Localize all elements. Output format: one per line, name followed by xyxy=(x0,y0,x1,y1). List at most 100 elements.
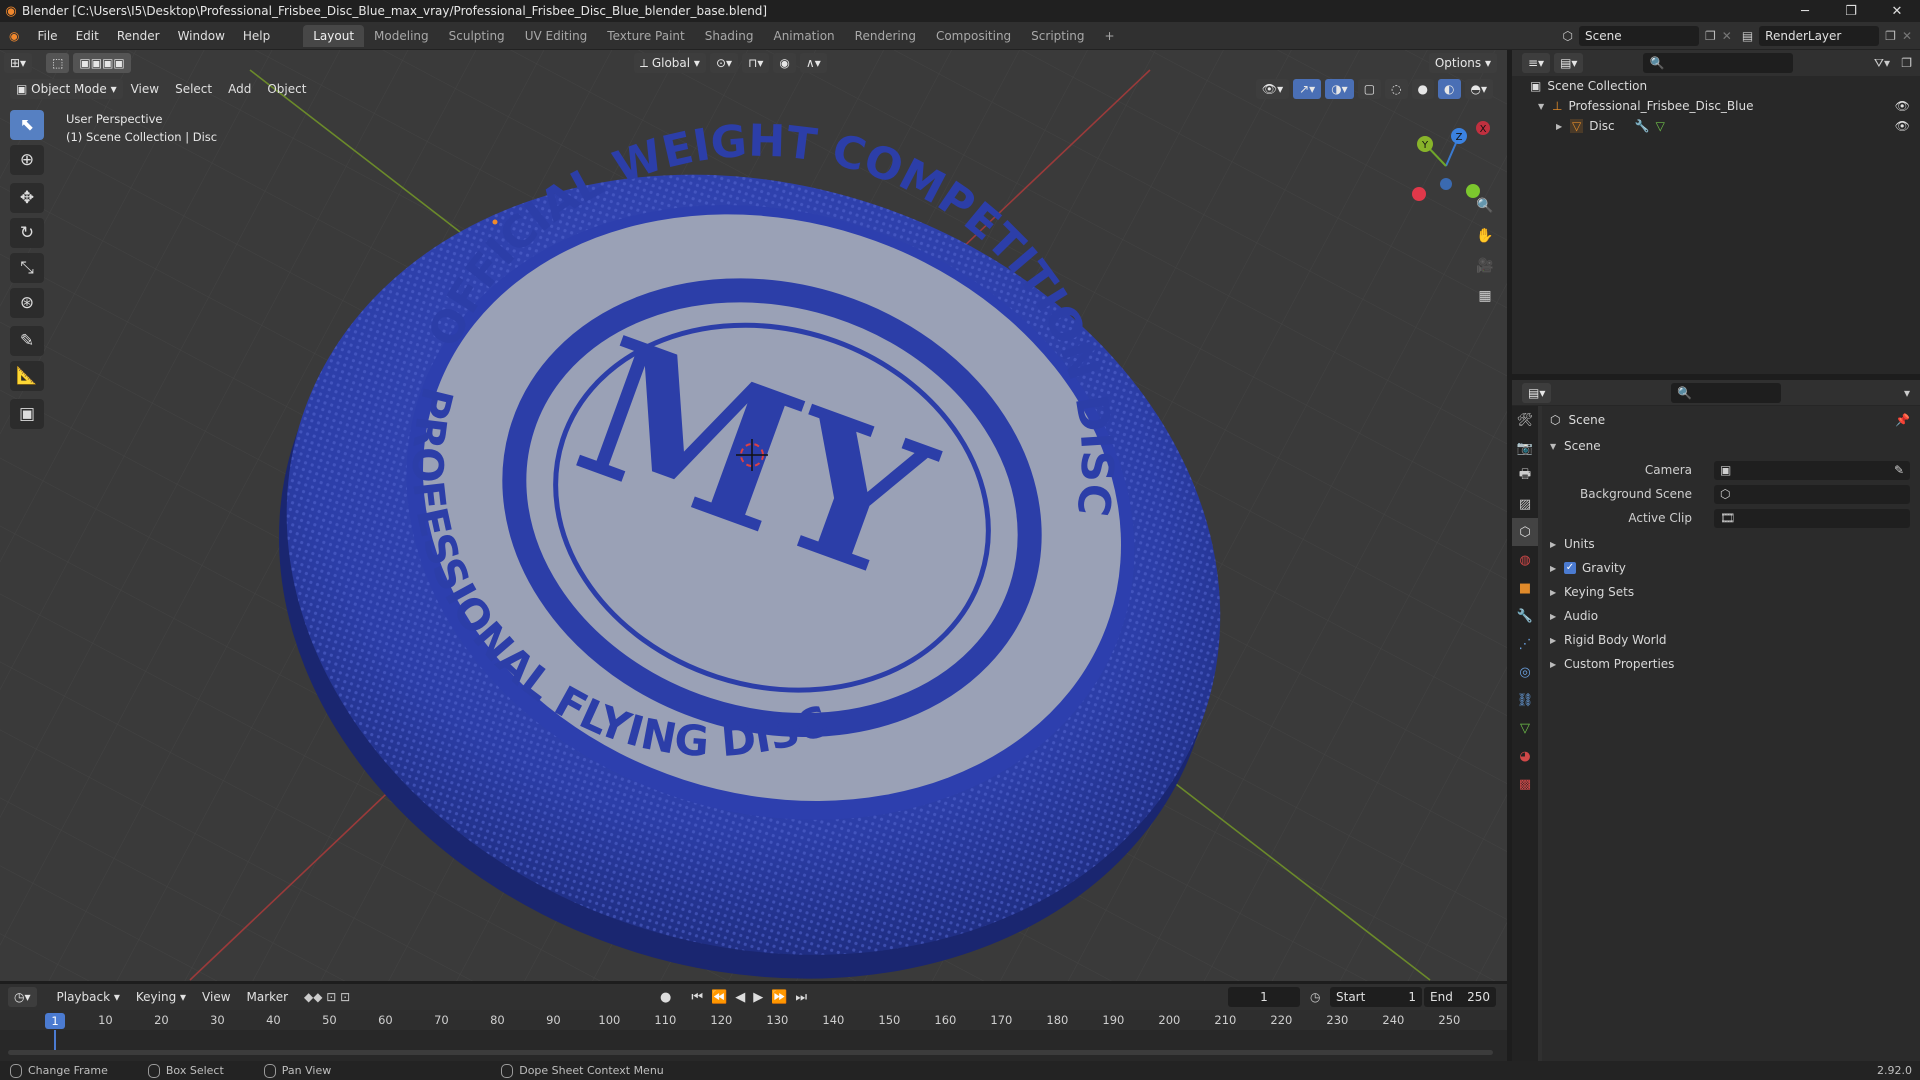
select-box-tool-icon[interactable]: ⬉ xyxy=(10,110,44,140)
panel-audio[interactable]: ▶ Audio xyxy=(1542,604,1920,628)
panel-custom-properties[interactable]: ▶ Custom Properties xyxy=(1542,652,1920,676)
tab-texture-paint[interactable]: Texture Paint xyxy=(597,25,694,47)
panel-scene-header[interactable]: ▼ Scene xyxy=(1542,434,1920,458)
collapse-arrow-icon[interactable]: ▶ xyxy=(1556,122,1570,131)
output-tab-icon[interactable]: 🖶 xyxy=(1512,462,1538,490)
xray-icon[interactable]: ▢ xyxy=(1357,79,1382,99)
tool-tab-icon[interactable]: 🛠 xyxy=(1512,406,1538,434)
physics-tab-icon[interactable]: ◎ xyxy=(1512,658,1538,686)
tab-sculpting[interactable]: Sculpting xyxy=(439,25,515,47)
timeline-scrollbar[interactable] xyxy=(8,1050,1493,1055)
eyedropper-icon[interactable]: ✎ xyxy=(1894,463,1904,477)
transform-tool-icon[interactable]: ⊛ xyxy=(10,288,44,318)
visibility-icon[interactable]: 👁▾ xyxy=(1255,79,1290,99)
tab-shading[interactable]: Shading xyxy=(695,25,764,47)
shading-rendered-icon[interactable]: ◓▾ xyxy=(1464,79,1493,99)
tab-compositing[interactable]: Compositing xyxy=(926,25,1021,47)
tab-animation[interactable]: Animation xyxy=(763,25,844,47)
data-tab-icon[interactable]: ▽ xyxy=(1512,714,1538,742)
tab-rendering[interactable]: Rendering xyxy=(845,25,926,47)
camera-view-icon[interactable]: 🎥 xyxy=(1472,253,1498,279)
play-reverse-icon[interactable]: ◀ xyxy=(735,990,745,1005)
menu-window[interactable]: Window xyxy=(169,29,234,43)
keyframe-icons[interactable]: ◆◆ ⊡ ⊡ xyxy=(296,990,358,1004)
pan-hand-icon[interactable]: ✋ xyxy=(1472,223,1498,249)
outliner-editor-type-icon[interactable]: ≡▾ xyxy=(1522,53,1551,73)
shading-solid-icon[interactable]: ● xyxy=(1411,79,1435,99)
jump-start-icon[interactable]: ⏮ xyxy=(691,990,703,1005)
orientation-dropdown[interactable]: ⟂ Global ▾ xyxy=(634,53,706,73)
menu-file[interactable]: File xyxy=(28,29,66,43)
new-collection-icon[interactable]: ❐ xyxy=(1901,56,1912,70)
expand-arrow-icon[interactable]: ▼ xyxy=(1538,102,1552,111)
menu-edit[interactable]: Edit xyxy=(67,29,108,43)
world-tab-icon[interactable]: ◍ xyxy=(1512,546,1538,574)
panel-rigid-body-world[interactable]: ▶ Rigid Body World xyxy=(1542,628,1920,652)
visibility-eye-icon[interactable]: 👁 xyxy=(1895,119,1910,133)
mode-dropdown[interactable]: ▣ Object Mode ▾ xyxy=(10,79,123,99)
menu-select[interactable]: Select xyxy=(167,82,220,96)
menu-playback[interactable]: Playback ▾ xyxy=(49,990,128,1004)
new-scene-icon[interactable]: ❐ xyxy=(1705,29,1716,43)
tab-layout[interactable]: Layout xyxy=(303,24,365,47)
current-frame-field[interactable]: 1 xyxy=(1228,987,1300,1007)
menu-timeline-view[interactable]: View xyxy=(194,990,238,1004)
active-clip-field[interactable]: 🎞 xyxy=(1714,508,1910,528)
3d-viewport[interactable]: OFFICIAL WEIGHT COMPETITION DISC PROFESS… xyxy=(0,50,1507,981)
overlay-toggle-icon[interactable]: ◑▾ xyxy=(1325,79,1354,99)
frame-ruler[interactable]: 1 10 20 30 40 50 60 70 80 90 100 110 120 130 140 150 160… xyxy=(0,1010,1507,1030)
render-tab-icon[interactable]: 📷 xyxy=(1512,434,1538,462)
gizmo-toggle-icon[interactable]: ↗▾ xyxy=(1293,79,1322,99)
cursor-tool-icon[interactable]: ⊕ xyxy=(10,145,44,175)
close-button[interactable]: ✕ xyxy=(1874,0,1920,22)
object-tab-icon[interactable]: ■ xyxy=(1512,574,1538,602)
pin-icon[interactable]: 📌 xyxy=(1895,413,1910,427)
move-tool-icon[interactable]: ✥ xyxy=(10,183,44,213)
menu-help[interactable]: Help xyxy=(234,29,279,43)
shading-wireframe-icon[interactable]: ◌ xyxy=(1385,79,1408,99)
view-layer-tab-icon[interactable]: ▨ xyxy=(1512,490,1538,518)
filter-icon[interactable]: ⛛▾ xyxy=(1874,56,1890,71)
display-mode-icon[interactable]: ▤▾ xyxy=(1554,53,1584,73)
outliner-row-collection[interactable]: ▼ ⊥ Professional_Frisbee_Disc_Blue 👁 xyxy=(1512,96,1920,116)
zoom-icon[interactable]: 🔍 xyxy=(1472,193,1498,219)
gravity-checkbox[interactable]: ✓ xyxy=(1564,562,1576,574)
annotate-tool-icon[interactable]: ✎ xyxy=(10,326,44,356)
delete-layer-icon[interactable]: ✕ xyxy=(1902,29,1912,43)
timeline-editor-type-icon[interactable]: ◷▾ xyxy=(8,987,37,1007)
options-dropdown[interactable]: Options ▾ xyxy=(1428,53,1497,73)
material-tab-icon[interactable]: ◕ xyxy=(1512,742,1538,770)
tab-modeling[interactable]: Modeling xyxy=(364,25,439,47)
background-scene-field[interactable]: ⬡ xyxy=(1714,484,1910,504)
visibility-eye-icon[interactable]: 👁 xyxy=(1895,99,1910,113)
outliner-row-disc[interactable]: ▶ ▽ Disc 🔧 ▽ 👁 xyxy=(1512,116,1920,136)
menu-object[interactable]: Object xyxy=(259,82,314,96)
menu-marker[interactable]: Marker xyxy=(239,990,296,1004)
rotate-tool-icon[interactable]: ↻ xyxy=(10,218,44,248)
timeline-editor[interactable]: ◷▾ Playback ▾ Keying ▾ View Marker ◆◆ ⊡ … xyxy=(0,984,1507,1061)
texture-tab-icon[interactable]: ▩ xyxy=(1512,770,1538,798)
record-icon[interactable]: ● xyxy=(660,990,671,1005)
select-mode-buttons[interactable]: ▣▣▣▣ xyxy=(73,53,131,73)
prev-keyframe-icon[interactable]: ⏪ xyxy=(711,990,727,1005)
tab-scripting[interactable]: Scripting xyxy=(1021,25,1094,47)
modifier-tab-icon[interactable]: 🔧 xyxy=(1512,602,1538,630)
measure-tool-icon[interactable]: 📐 xyxy=(10,361,44,391)
properties-editor-type-icon[interactable]: ▤▾ xyxy=(1522,382,1552,403)
properties-options-icon[interactable]: ▾ xyxy=(1904,386,1910,400)
ortho-grid-icon[interactable]: ▦ xyxy=(1472,283,1498,309)
menu-view[interactable]: View xyxy=(123,82,167,96)
menu-render[interactable]: Render xyxy=(108,29,169,43)
jump-end-icon[interactable]: ⏭ xyxy=(795,990,807,1005)
next-keyframe-icon[interactable]: ⏩ xyxy=(771,990,787,1005)
scene-tab-icon[interactable]: ⬡ xyxy=(1512,518,1538,546)
blender-menu-icon[interactable]: ◉ xyxy=(0,29,28,43)
pivot-icon[interactable]: ⊙▾ xyxy=(709,53,739,73)
menu-keying[interactable]: Keying ▾ xyxy=(128,990,194,1004)
panel-keying-sets[interactable]: ▶ Keying Sets xyxy=(1542,580,1920,604)
maximize-button[interactable]: ❐ xyxy=(1828,0,1874,22)
shading-material-icon[interactable]: ◐ xyxy=(1438,79,1461,99)
particles-tab-icon[interactable]: ⋰ xyxy=(1512,630,1538,658)
panel-units[interactable]: ▶ Units xyxy=(1542,532,1920,556)
properties-search-input[interactable]: 🔍 xyxy=(1671,382,1782,403)
